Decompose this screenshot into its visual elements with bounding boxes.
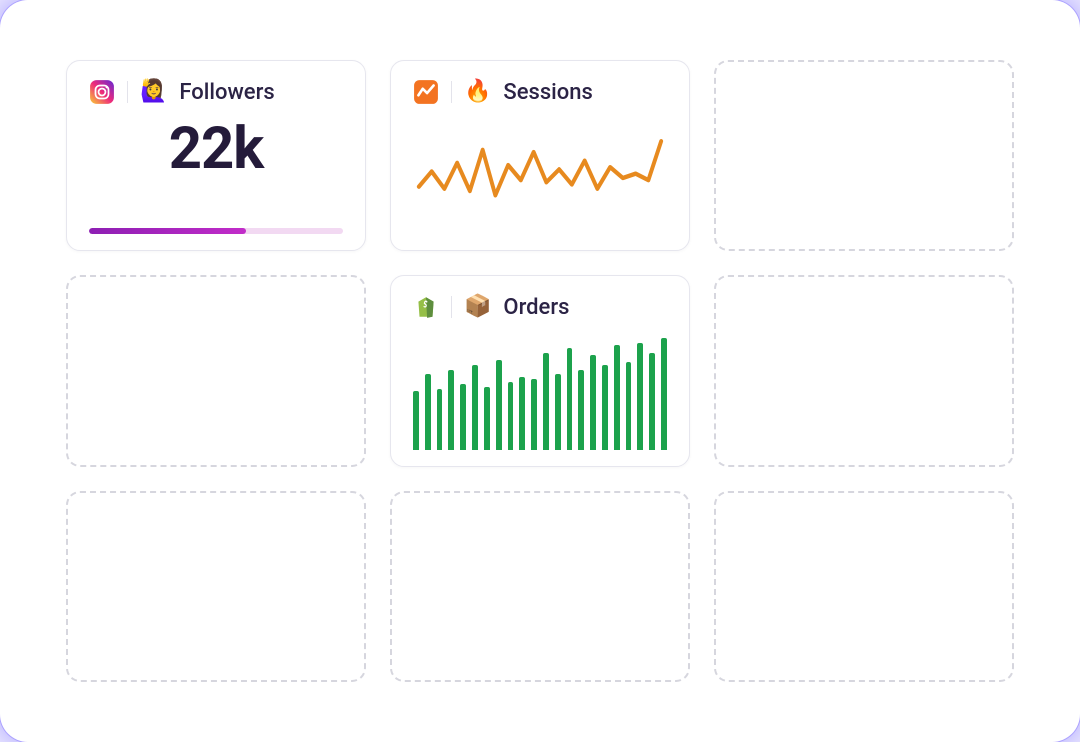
bar: [543, 353, 549, 450]
bar: [649, 353, 655, 450]
empty-slot[interactable]: [66, 491, 366, 682]
empty-slot[interactable]: [66, 275, 366, 466]
bar: [590, 355, 596, 450]
card-header: 📦 Orders: [413, 294, 667, 320]
bar: [602, 365, 608, 450]
bar: [519, 377, 525, 450]
divider: [451, 296, 452, 318]
card-title: Sessions: [503, 80, 592, 105]
widget-grid: 🙋‍♀️ Followers 22k: [66, 60, 1014, 682]
analytics-icon: [413, 79, 439, 105]
package-icon: 📦: [464, 296, 491, 318]
card-title: Orders: [503, 295, 569, 320]
bar: [472, 365, 478, 450]
empty-slot[interactable]: [714, 60, 1014, 251]
sessions-card[interactable]: 🔥 Sessions: [390, 60, 690, 251]
orders-card[interactable]: 📦 Orders: [390, 275, 690, 466]
card-title: Followers: [179, 80, 274, 105]
bar: [496, 360, 502, 450]
sessions-chart: [413, 113, 667, 234]
bar: [484, 387, 490, 450]
bar: [413, 391, 419, 449]
orders-chart: [413, 328, 667, 449]
bar: [567, 348, 573, 450]
dashboard-panel: 🙋‍♀️ Followers 22k: [12, 12, 1068, 730]
bar: [637, 343, 643, 450]
bar: [555, 374, 561, 449]
bar: [425, 374, 431, 449]
bar: [508, 382, 514, 450]
instagram-icon: [89, 79, 115, 105]
card-header: 🔥 Sessions: [413, 79, 667, 105]
bar: [626, 362, 632, 449]
bar: [437, 389, 443, 450]
bar: [578, 370, 584, 450]
followers-value: 22k: [89, 115, 343, 183]
empty-slot[interactable]: [390, 491, 690, 682]
bar: [448, 370, 454, 450]
divider: [451, 81, 452, 103]
bar: [614, 345, 620, 449]
person-raising-hand-icon: 🙋‍♀️: [140, 81, 167, 103]
bar: [460, 384, 466, 450]
followers-card[interactable]: 🙋‍♀️ Followers 22k: [66, 60, 366, 251]
divider: [127, 81, 128, 103]
empty-slot[interactable]: [714, 491, 1014, 682]
fire-icon: 🔥: [464, 81, 491, 103]
bar: [661, 338, 667, 450]
card-header: 🙋‍♀️ Followers: [89, 79, 343, 105]
empty-slot[interactable]: [714, 275, 1014, 466]
shopify-icon: [413, 294, 439, 320]
progress-track: [89, 228, 343, 234]
progress-fill: [89, 228, 246, 234]
bar: [531, 379, 537, 449]
